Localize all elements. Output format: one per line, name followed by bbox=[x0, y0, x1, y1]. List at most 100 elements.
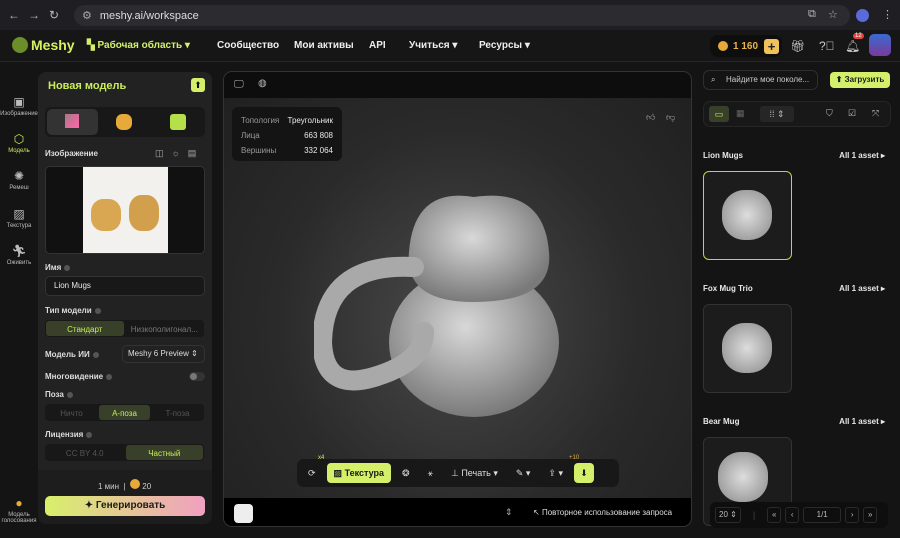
type-lowpoly[interactable]: Низкополигонал... bbox=[126, 321, 204, 336]
info-icon[interactable] bbox=[92, 351, 99, 358]
thumbs-down-icon[interactable]: 👎︎ bbox=[666, 112, 675, 123]
monitor-icon[interactable]: 🖵︎ bbox=[234, 79, 244, 90]
viewport-topbar: 🖵︎ ◍ bbox=[224, 72, 691, 98]
name-input[interactable]: Lion Mugs bbox=[45, 276, 205, 296]
mode-image-to-3d[interactable] bbox=[47, 109, 98, 135]
generate-button[interactable]: ✦ Генерировать bbox=[45, 496, 205, 516]
avatar[interactable] bbox=[869, 34, 891, 56]
last-page-button[interactable]: » bbox=[863, 507, 878, 523]
select-icon[interactable]: ☑ bbox=[848, 108, 856, 119]
add-credits-button[interactable]: + bbox=[764, 38, 779, 54]
page-indicator[interactable]: 1/1 bbox=[803, 507, 842, 523]
multi-image-icon[interactable] bbox=[116, 114, 132, 130]
rail-item-texture[interactable]: ▨ Текстура bbox=[0, 207, 38, 229]
time-estimate: 1 мин bbox=[98, 482, 120, 491]
ai-model-select[interactable]: Meshy 6 Preview ⇕ bbox=[122, 345, 205, 363]
asset-card-lion-mugs[interactable] bbox=[703, 171, 792, 260]
logo[interactable]: Meshy bbox=[12, 37, 75, 53]
workspace-menu[interactable]: ▚ Рабочая область ▾ bbox=[87, 40, 190, 51]
group-count[interactable]: All 1 asset ▸ bbox=[839, 284, 885, 293]
rail-item-vote[interactable]: ● Модель голосования bbox=[0, 496, 38, 524]
nav-api[interactable]: API bbox=[369, 40, 386, 51]
plugin-button[interactable]: ✎ ▾ bbox=[509, 463, 538, 483]
menu-icon[interactable]: ⋮ bbox=[882, 8, 893, 21]
group-count[interactable]: All 1 asset ▸ bbox=[839, 151, 885, 160]
rig-icon[interactable]: ❂ bbox=[395, 463, 417, 483]
topology-value: Треугольник bbox=[287, 116, 333, 125]
grid-icon[interactable]: ▦ bbox=[736, 108, 745, 119]
info-icon[interactable] bbox=[64, 264, 71, 271]
faces-value: 663 808 bbox=[304, 131, 333, 140]
share-button[interactable]: ⇪ ▾ bbox=[541, 463, 570, 483]
bookmark-star-icon[interactable]: ☆ bbox=[828, 8, 838, 21]
info-icon[interactable] bbox=[86, 431, 93, 438]
animate-icon[interactable]: ⚹ bbox=[421, 463, 440, 483]
license-ccby[interactable]: CC BY 4.0 bbox=[46, 445, 124, 460]
back-icon[interactable]: ← bbox=[4, 8, 24, 22]
generate-label: Генерировать bbox=[95, 500, 166, 511]
pose-none[interactable]: Ничто bbox=[46, 405, 97, 420]
divider: | bbox=[752, 510, 756, 520]
nav-community[interactable]: Сообщество bbox=[217, 40, 279, 51]
download-button[interactable]: ⬇ bbox=[573, 463, 594, 483]
reload-icon[interactable]: ↻ bbox=[44, 8, 64, 22]
info-icon[interactable] bbox=[94, 307, 101, 314]
pose-toggle: Ничто A-поза T-поза bbox=[45, 404, 204, 421]
texture-button[interactable]: ▨ Текстура bbox=[326, 463, 392, 483]
text-to-3d-icon[interactable] bbox=[170, 114, 186, 130]
rail-item-remesh[interactable]: ✺ Ремеш bbox=[0, 169, 38, 191]
print-button[interactable]: ⊥ Печать ▾ bbox=[444, 463, 505, 483]
reuse-prompt-button[interactable]: ↖ Повторное использование запроса bbox=[533, 508, 672, 517]
logo-icon bbox=[12, 37, 28, 53]
upload-icon[interactable]: ⬆ bbox=[191, 78, 205, 92]
rail-item-animate[interactable]: 🏃︎ Оживить bbox=[0, 244, 38, 266]
forward-icon[interactable]: → bbox=[24, 8, 44, 22]
rail-item-model[interactable]: ⬡ Модель bbox=[0, 132, 38, 154]
nav-resources[interactable]: Ресурсы ▾ bbox=[479, 40, 530, 51]
rail-item-image[interactable]: ▣ Изображение bbox=[0, 95, 38, 117]
profile-icon[interactable] bbox=[856, 9, 869, 22]
first-page-button[interactable]: « bbox=[767, 507, 782, 523]
credits-widget[interactable]: 1 160 + bbox=[710, 35, 782, 57]
source-thumbnail[interactable] bbox=[234, 504, 253, 523]
site-settings-icon[interactable]: ⚙ bbox=[82, 9, 92, 22]
search-icon: ⌕ bbox=[711, 75, 716, 84]
folder-icon[interactable]: ▭ bbox=[709, 106, 729, 122]
pose-t[interactable]: T-поза bbox=[152, 405, 203, 420]
3d-viewport[interactable]: 🖵︎ ◍ Топология Треугольник Лица 663 808 Ве… bbox=[223, 71, 692, 527]
image-preview[interactable] bbox=[45, 166, 205, 254]
info-icon[interactable] bbox=[106, 373, 113, 380]
type-standard[interactable]: Стандарт bbox=[46, 321, 124, 336]
thumbs-up-icon[interactable]: 👍︎ bbox=[646, 112, 655, 123]
density-select[interactable]: ⁞⁞ ⇕ bbox=[760, 106, 794, 122]
asset-card-fox-mug[interactable] bbox=[703, 304, 792, 393]
ai-model-label-text: Модель ИИ bbox=[45, 350, 90, 359]
prev-page-button[interactable]: ‹ bbox=[785, 507, 800, 523]
bell-icon[interactable]: 🔔︎ bbox=[845, 39, 860, 53]
upload-button[interactable]: ⬆ Загрузить bbox=[830, 72, 890, 88]
install-icon[interactable]: ⧉ bbox=[808, 8, 816, 21]
image-tools-icons[interactable]: ◫☼▤ bbox=[155, 148, 204, 159]
license-label-text: Лицензия bbox=[45, 430, 84, 439]
filter-icon[interactable]: ⛉ bbox=[826, 108, 833, 119]
globe-icon[interactable]: ◍ bbox=[258, 78, 267, 89]
expand-icon[interactable]: ⇕ bbox=[505, 507, 513, 518]
pose-a[interactable]: A-поза bbox=[99, 405, 150, 420]
info-icon[interactable] bbox=[66, 391, 73, 398]
search-input[interactable]: ⌕ Найдите мое поколе... bbox=[703, 70, 818, 90]
nav-assets[interactable]: Мои активы bbox=[294, 40, 354, 51]
address-bar[interactable]: ⚙ meshy.ai/workspace bbox=[74, 5, 850, 26]
help-icon[interactable]: ?⃝ bbox=[819, 39, 835, 53]
nav-learn[interactable]: Учиться ▾ bbox=[409, 40, 457, 51]
license-private[interactable]: Частный bbox=[125, 445, 203, 460]
group-count[interactable]: All 1 asset ▸ bbox=[839, 417, 885, 426]
remesh-button[interactable]: ⟳ bbox=[301, 463, 323, 483]
faces-label: Лица bbox=[241, 131, 260, 140]
next-page-button[interactable]: › bbox=[845, 507, 860, 523]
pose-label-text: Поза bbox=[45, 390, 64, 399]
page-size-select[interactable]: 20 ⇕ bbox=[715, 507, 741, 523]
asset-group-header: Fox Mug Trio All 1 asset ▸ bbox=[703, 284, 885, 293]
gift-icon[interactable]: 🎁︎ bbox=[790, 39, 805, 53]
fullscreen-icon[interactable]: ⤧ bbox=[872, 108, 879, 119]
multiview-toggle[interactable] bbox=[189, 372, 205, 381]
